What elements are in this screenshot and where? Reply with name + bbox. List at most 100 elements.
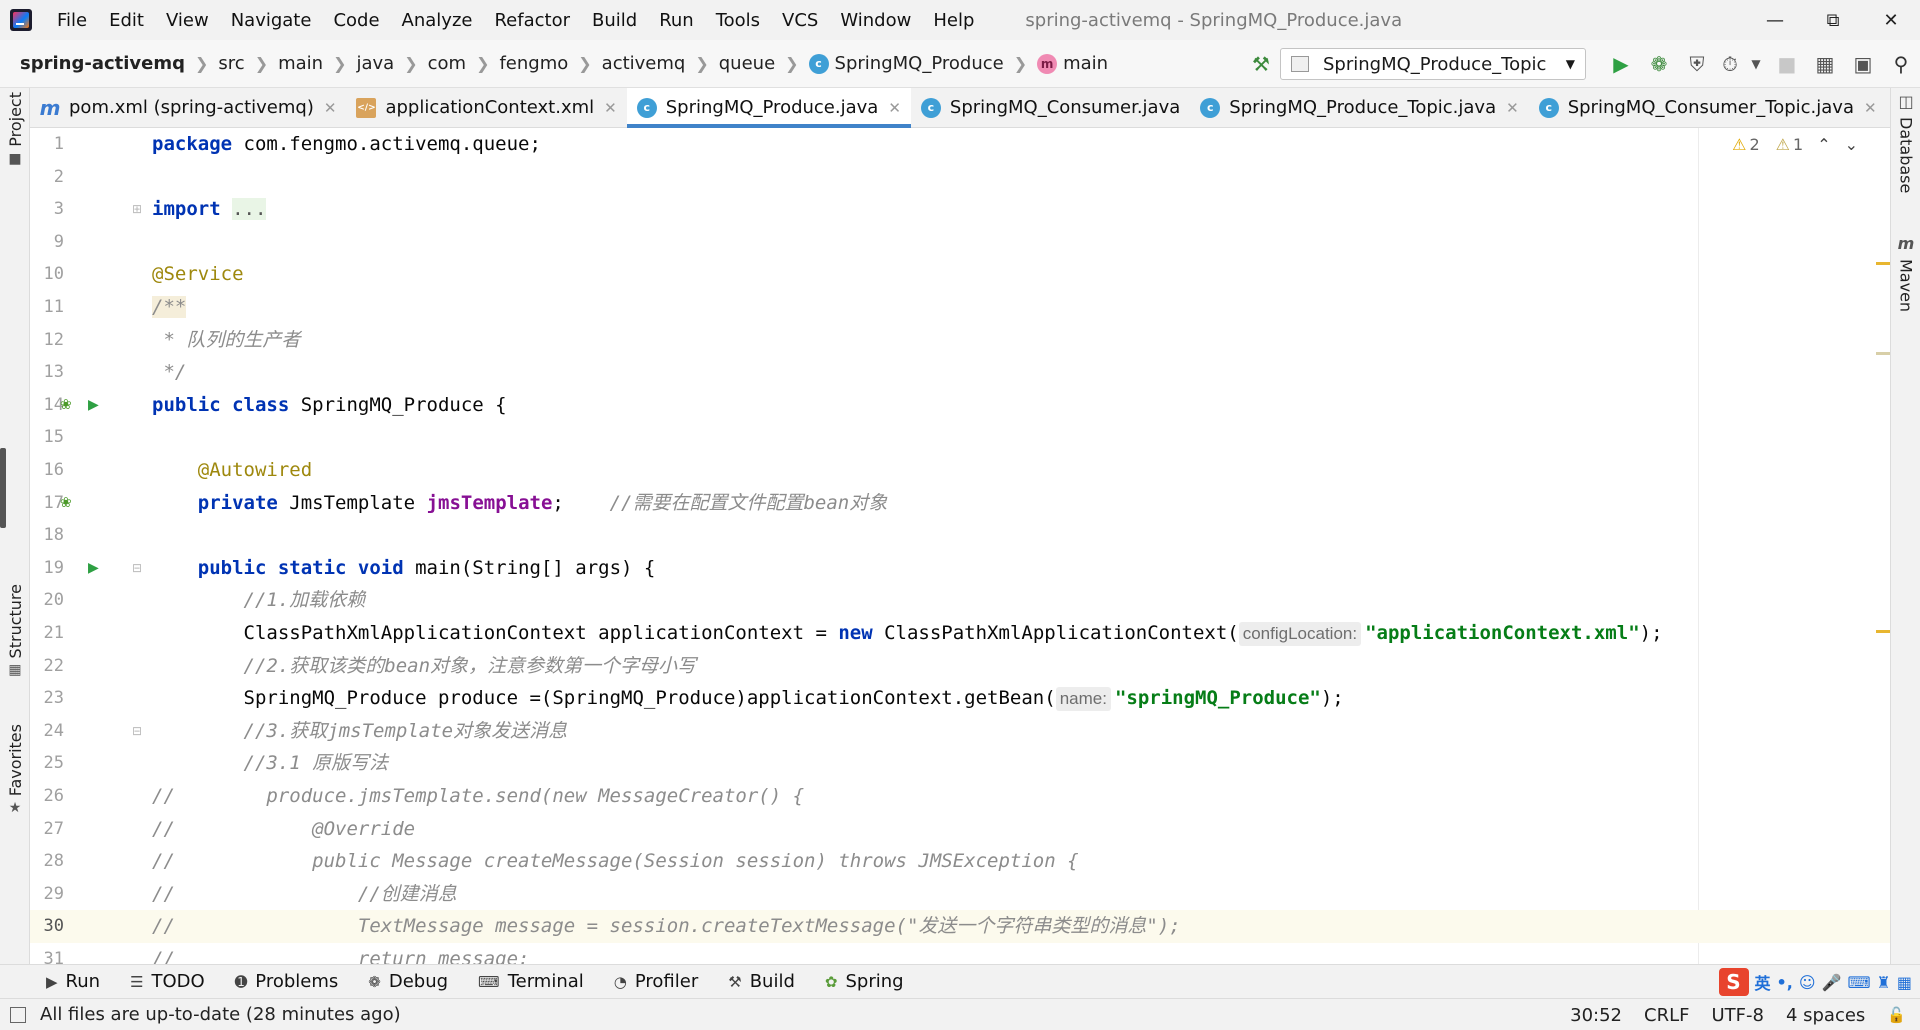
todo-tool-button[interactable]: ☰ TODO xyxy=(115,971,220,992)
code-line-21[interactable]: ClassPathXmlApplicationContext applicati… xyxy=(140,617,1890,650)
breadcrumb-queue[interactable]: queue xyxy=(719,53,775,74)
inspection-widget[interactable]: ⚠ 2 ⚠ 1 ⌃ ⌄ xyxy=(1732,128,1858,160)
gutter-line[interactable]: 14 ❀ ▶ xyxy=(30,389,140,422)
tool-window-toggle-icon[interactable] xyxy=(10,1006,26,1023)
code-area[interactable]: package com.fengmo.activemq.queue; impor… xyxy=(140,128,1890,964)
project-tool-tab[interactable]: Project ■ xyxy=(0,92,30,167)
close-tab-icon[interactable]: ✕ xyxy=(888,99,901,117)
menu-run[interactable]: Run xyxy=(648,10,705,31)
menu-refactor[interactable]: Refactor xyxy=(483,10,581,31)
build-tool-button[interactable]: ⚒ Build xyxy=(713,971,810,992)
close-tab-icon[interactable]: ✕ xyxy=(604,99,617,117)
gutter-line[interactable]: 2 xyxy=(30,161,140,194)
favorites-tool-tab[interactable]: Favorites ★ xyxy=(0,724,30,816)
debug-tool-button[interactable]: ❁ Debug xyxy=(353,971,463,992)
caret-position[interactable]: 30:52 xyxy=(1570,1005,1622,1026)
breadcrumb-activemq[interactable]: activemq xyxy=(602,53,686,74)
gutter-line[interactable]: 15 xyxy=(30,421,140,454)
weak-warning-stripe[interactable] xyxy=(1876,352,1890,355)
gutter-line[interactable]: 20 xyxy=(30,584,140,617)
structure-tool-tab[interactable]: Structure ▦ xyxy=(0,584,30,678)
editor-scrollbar-markers[interactable] xyxy=(1876,164,1890,924)
run-configuration-select[interactable]: SpringMQ_Produce_Topic ▼ xyxy=(1280,48,1586,80)
code-line-12[interactable]: * 队列的生产者 xyxy=(140,324,1890,357)
profiler-tool-button[interactable]: ◔ Profiler xyxy=(599,971,713,992)
gutter-line[interactable]: 9 xyxy=(30,226,140,259)
tab-springmq-consumer[interactable]: c SpringMQ_Consumer.java xyxy=(911,88,1190,127)
search-icon[interactable]: ⚲ xyxy=(1882,45,1920,83)
gutter-line[interactable]: 29 xyxy=(30,878,140,911)
code-line-29[interactable]: // //创建消息 xyxy=(140,878,1890,911)
menu-help[interactable]: Help xyxy=(922,10,985,31)
code-line-22[interactable]: //2.获取该类的bean对象，注意参数第一个字母小写 xyxy=(140,650,1890,683)
gutter-line[interactable]: 13 xyxy=(30,356,140,389)
menu-edit[interactable]: Edit xyxy=(98,10,155,31)
gutter-line[interactable]: 3 ⊞ xyxy=(30,193,142,226)
line-number-gutter[interactable]: 1 2 3 ⊞ 9 10 11 12 13 14 ❀ ▶ 15 16 17 ❀ 18 19 ▶ ⊟ 20 21 22 23 24… xyxy=(30,128,143,964)
lock-icon[interactable]: 🔓 xyxy=(1887,1006,1906,1024)
code-line-28[interactable]: // public Message createMessage(Session … xyxy=(140,845,1890,878)
code-line-3[interactable]: import ... xyxy=(140,193,1890,226)
sogou-ime-icon[interactable]: S xyxy=(1718,968,1749,996)
menu-navigate[interactable]: Navigate xyxy=(220,10,323,31)
tab-springmq-consumer-topic[interactable]: c SpringMQ_Consumer_Topic.java ✕ xyxy=(1529,88,1887,127)
gutter-line[interactable]: 31 xyxy=(30,943,140,964)
previous-highlight-icon[interactable]: ⌃ xyxy=(1817,135,1830,154)
gutter-line[interactable]: 1 xyxy=(30,128,140,161)
code-line-24[interactable]: //3.获取jmsTemplate对象发送消息 xyxy=(140,715,1890,748)
gutter-line[interactable]: 27 xyxy=(30,813,140,846)
gutter-line[interactable]: 12 xyxy=(30,324,140,357)
code-line-17[interactable]: private JmsTemplate jmsTemplate; //需要在配置… xyxy=(140,487,1890,520)
file-encoding[interactable]: UTF-8 xyxy=(1711,1005,1763,1026)
run-tool-button[interactable]: ▶ Run xyxy=(0,971,115,992)
menu-file[interactable]: File xyxy=(46,10,98,31)
ime-punctuation[interactable]: •, xyxy=(1777,973,1793,992)
gutter-line[interactable]: 16 xyxy=(30,454,140,487)
minimize-icon[interactable]: — xyxy=(1746,0,1804,40)
problems-tool-button[interactable]: ➊ Problems xyxy=(220,971,354,992)
gutter-line[interactable]: 23 xyxy=(30,682,140,715)
folded-imports[interactable]: ... xyxy=(232,198,267,221)
gutter-line[interactable]: 18 xyxy=(30,519,140,552)
menu-analyze[interactable]: Analyze xyxy=(391,10,484,31)
menu-tools[interactable]: Tools xyxy=(705,10,771,31)
warning-stripe[interactable] xyxy=(1876,262,1890,265)
terminal-tool-button[interactable]: ⌨ Terminal xyxy=(463,971,599,992)
gutter-line[interactable]: 30 xyxy=(30,910,140,943)
code-line-25[interactable]: //3.1 原版写法 xyxy=(140,747,1890,780)
code-line-13[interactable]: */ xyxy=(140,356,1890,389)
tab-springmq-produce[interactable]: c SpringMQ_Produce.java ✕ xyxy=(626,88,912,128)
code-editor[interactable]: 1 2 3 ⊞ 9 10 11 12 13 14 ❀ ▶ 15 16 17 ❀ 18 19 ▶ ⊟ 20 21 22 23 24… xyxy=(30,128,1890,964)
layout-icon[interactable]: ▣ xyxy=(1844,45,1882,83)
code-line-11[interactable]: /** xyxy=(140,291,1890,324)
close-window-icon[interactable]: ✕ xyxy=(1862,0,1920,40)
gutter-line[interactable]: 25 xyxy=(30,747,140,780)
spring-autowire-icon[interactable]: ❀ xyxy=(60,487,72,520)
code-line-23[interactable]: SpringMQ_Produce produce =(SpringMQ_Prod… xyxy=(140,682,1890,715)
warning-stripe[interactable] xyxy=(1876,630,1890,633)
code-line-27[interactable]: // @Override xyxy=(140,813,1890,846)
breadcrumb-method[interactable]: m main xyxy=(1037,53,1108,74)
code-line-10[interactable]: @Service xyxy=(140,258,1890,291)
debug-bug-icon[interactable]: ❁ xyxy=(1640,45,1678,83)
profile-icon[interactable]: ⏱ xyxy=(1716,45,1744,83)
code-line-19[interactable]: public static void main(String[] args) { xyxy=(140,552,1890,585)
tab-springmq-produce-topic[interactable]: c SpringMQ_Produce_Topic.java ✕ xyxy=(1190,88,1528,127)
gutter-line[interactable]: 11 xyxy=(30,291,140,324)
breadcrumb-main[interactable]: main xyxy=(278,53,323,74)
database-tool-tab[interactable]: ◫ Database xyxy=(1891,92,1920,193)
gutter-line[interactable]: 19 ▶ ⊟ xyxy=(30,552,143,585)
menu-code[interactable]: Code xyxy=(322,10,390,31)
status-message[interactable]: All files are up-to-date (28 minutes ago… xyxy=(40,1004,401,1025)
project-structure-icon[interactable]: ▦ xyxy=(1806,45,1844,83)
code-line-1[interactable]: package com.fengmo.activemq.queue; xyxy=(140,128,1890,161)
menu-build[interactable]: Build xyxy=(581,10,648,31)
code-line-26[interactable]: // produce.jmsTemplate.send(new MessageC… xyxy=(140,780,1890,813)
coverage-shield-icon[interactable]: ⛨ xyxy=(1678,45,1716,83)
build-hammer-icon[interactable]: ⚒ xyxy=(1242,45,1280,83)
run-icon[interactable]: ▶ xyxy=(1602,45,1640,83)
breadcrumb-src[interactable]: src xyxy=(218,53,244,74)
close-tab-icon[interactable]: ✕ xyxy=(1864,99,1877,117)
tab-pom-xml[interactable]: m pom.xml (spring-activemq) ✕ xyxy=(30,88,346,127)
emoji-icon[interactable]: ☺ xyxy=(1799,973,1816,992)
